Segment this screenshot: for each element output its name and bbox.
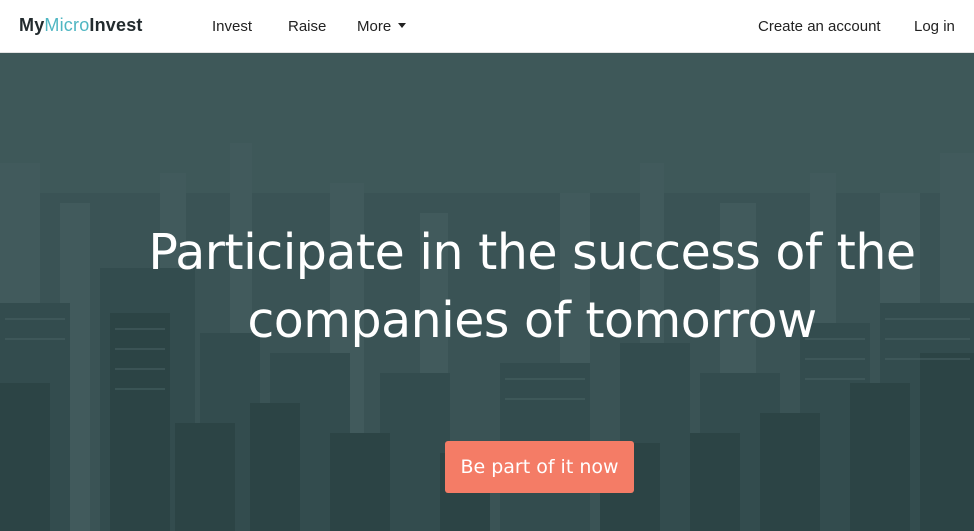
logo-part-my: My [19,15,45,35]
be-part-of-it-button[interactable]: Be part of it now [445,441,634,493]
landing-page: MyMicroInvest Invest Raise More Create a… [0,0,974,531]
hero-headline-line-2: companies of tomorrow [247,292,817,349]
hero-headline: Participate in the success of the compan… [0,219,974,355]
site-logo[interactable]: MyMicroInvest [19,15,143,36]
hero-section: Participate in the success of the compan… [0,53,974,531]
logo-part-micro: Micro [44,15,90,35]
top-navbar: MyMicroInvest Invest Raise More Create a… [0,0,974,53]
nav-link-raise[interactable]: Raise [288,18,326,35]
hero-headline-line-1: Participate in the success of the [148,224,916,281]
nav-more-label: More [357,18,392,35]
nav-link-login[interactable]: Log in [914,18,955,35]
logo-part-invest: Invest [89,15,143,35]
nav-link-create-account[interactable]: Create an account [758,18,881,35]
nav-dropdown-more[interactable]: More [357,18,407,35]
caret-down-icon [398,23,407,28]
nav-link-invest[interactable]: Invest [212,18,252,35]
